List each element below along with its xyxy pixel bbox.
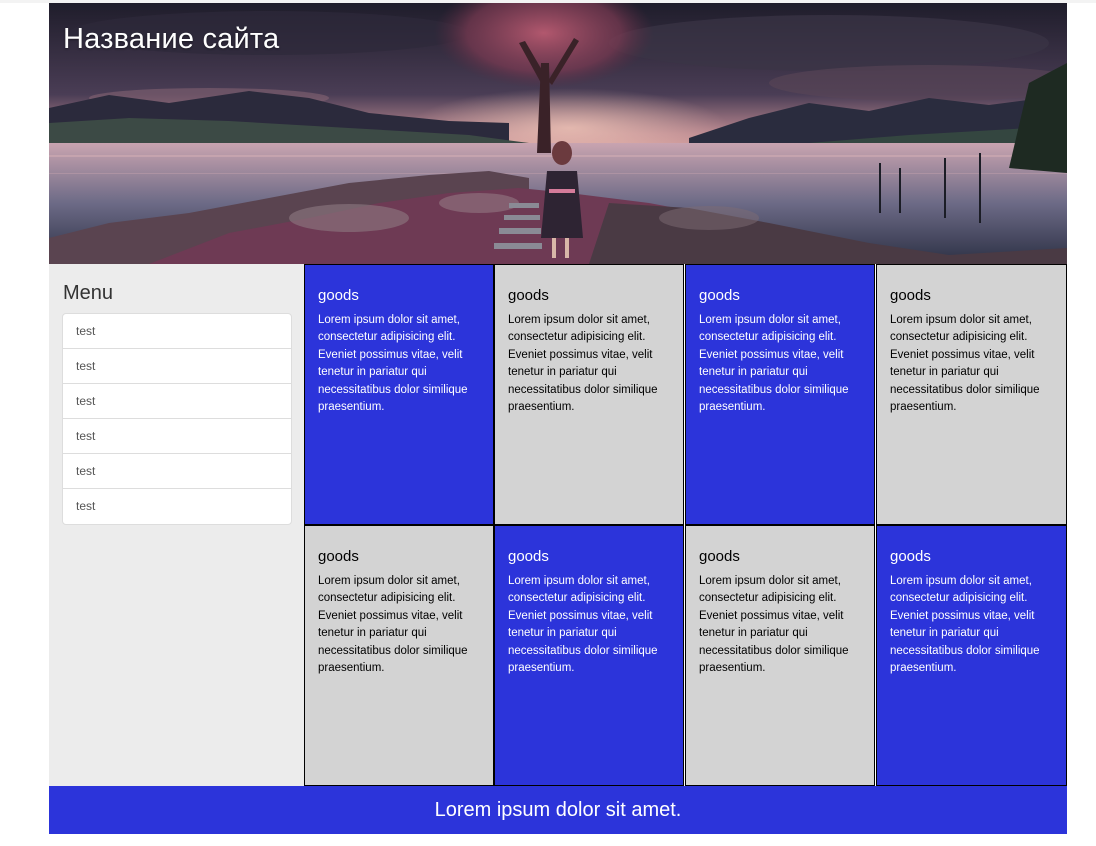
card-text: Lorem ipsum dolor sit amet, consectetur … xyxy=(890,575,1040,675)
menu-item[interactable]: test xyxy=(63,454,291,489)
sidebar: Menu test test test test test test xyxy=(49,264,304,786)
main-area: Menu test test test test test test goods… xyxy=(49,264,1067,786)
card-title: goods xyxy=(318,287,359,304)
card-text: Lorem ipsum dolor sit amet, consectetur … xyxy=(699,314,849,414)
site-header: Название сайта xyxy=(49,3,1067,264)
card-text: Lorem ipsum dolor sit amet, consectetur … xyxy=(508,575,658,675)
card-title: goods xyxy=(890,548,931,565)
goods-card: goods Lorem ipsum dolor sit amet, consec… xyxy=(304,525,494,786)
menu-title: Menu xyxy=(63,282,114,304)
menu-item[interactable]: test xyxy=(63,489,291,524)
goods-grid: goods Lorem ipsum dolor sit amet, consec… xyxy=(304,264,1067,786)
goods-card: goods Lorem ipsum dolor sit amet, consec… xyxy=(876,525,1067,786)
goods-card: goods Lorem ipsum dolor sit amet, consec… xyxy=(494,264,684,525)
goods-card: goods Lorem ipsum dolor sit amet, consec… xyxy=(876,264,1067,525)
goods-card: goods Lorem ipsum dolor sit amet, consec… xyxy=(304,264,494,525)
card-text: Lorem ipsum dolor sit amet, consectetur … xyxy=(318,314,468,414)
page-container: Название сайта Menu test test test test … xyxy=(49,3,1067,834)
goods-card: goods Lorem ipsum dolor sit amet, consec… xyxy=(685,525,875,786)
card-text: Lorem ipsum dolor sit amet, consectetur … xyxy=(890,314,1040,414)
card-text: Lorem ipsum dolor sit amet, consectetur … xyxy=(318,575,468,675)
footer-text: Lorem ipsum dolor sit amet. xyxy=(434,799,682,821)
goods-card: goods Lorem ipsum dolor sit amet, consec… xyxy=(494,525,684,786)
goods-card: goods Lorem ipsum dolor sit amet, consec… xyxy=(685,264,875,525)
card-title: goods xyxy=(699,287,740,304)
card-title: goods xyxy=(890,287,931,304)
menu-list: test test test test test test xyxy=(62,313,292,525)
menu-item[interactable]: test xyxy=(63,384,291,419)
card-title: goods xyxy=(508,287,549,304)
site-footer: Lorem ipsum dolor sit amet. xyxy=(49,786,1067,834)
card-title: goods xyxy=(318,548,359,565)
menu-item[interactable]: test xyxy=(63,349,291,384)
site-title: Название сайта xyxy=(63,23,280,55)
card-title: goods xyxy=(508,548,549,565)
menu-item[interactable]: test xyxy=(63,314,291,349)
card-text: Lorem ipsum dolor sit amet, consectetur … xyxy=(699,575,849,675)
card-text: Lorem ipsum dolor sit amet, consectetur … xyxy=(508,314,658,414)
menu-item[interactable]: test xyxy=(63,419,291,454)
card-title: goods xyxy=(699,548,740,565)
